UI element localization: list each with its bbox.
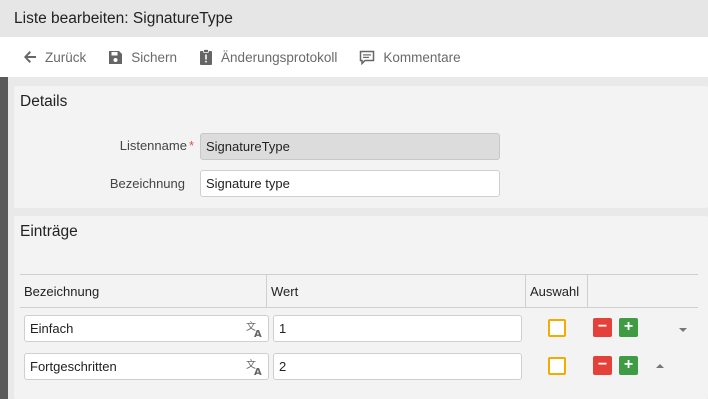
comments-button-label: Kommentare — [383, 49, 461, 65]
entry-wert-value: 2 — [279, 359, 287, 374]
entries-title: Einträge — [20, 223, 78, 240]
left-edge-bar — [0, 77, 8, 399]
listname-field: SignatureType — [200, 133, 500, 160]
entry-wert-field[interactable]: 1 — [273, 315, 522, 342]
details-title: Details — [20, 93, 68, 110]
table-header: Bezeichnung Wert Auswahl — [20, 274, 698, 308]
bezeichnung-value: Signature type — [206, 176, 290, 191]
toolbar: Zurück Sichern Änderungsprotokoll Kommen… — [0, 37, 708, 77]
svg-text:A: A — [254, 329, 262, 338]
comment-icon — [360, 50, 375, 65]
listname-label-text: Listenname — [119, 138, 187, 153]
window-title-bar: Liste bearbeiten: SignatureType — [0, 0, 708, 37]
auswahl-checkbox[interactable] — [548, 357, 566, 375]
column-header-auswahl[interactable]: Auswahl — [526, 275, 587, 308]
floppy-disk-icon — [109, 50, 123, 64]
translate-icon[interactable]: 文 A — [246, 320, 264, 338]
clipboard-alert-icon — [200, 49, 213, 65]
changelog-button[interactable]: Änderungsprotokoll — [199, 49, 337, 65]
auswahl-checkbox[interactable] — [548, 319, 566, 337]
entry-bezeichnung-field[interactable]: Fortgeschritten 文 A — [24, 353, 269, 380]
entry-bezeichnung-value: Einfach — [30, 321, 74, 336]
listname-value: SignatureType — [206, 139, 290, 154]
comments-button[interactable]: Kommentare — [359, 49, 461, 65]
changelog-button-label: Änderungsprotokoll — [221, 49, 338, 65]
save-button[interactable]: Sichern — [108, 50, 177, 65]
entry-bezeichnung-value: Fortgeschritten — [30, 359, 117, 374]
entries-table: Bezeichnung Wert Auswahl Einfach 文 A 1 −… — [20, 274, 698, 389]
back-button-label: Zurück — [45, 49, 87, 65]
add-entry-button[interactable]: + — [619, 356, 638, 375]
bezeichnung-label: Bezeichnung — [109, 176, 185, 191]
column-divider — [587, 275, 588, 308]
remove-entry-button[interactable]: − — [593, 318, 612, 337]
add-entry-button[interactable]: + — [619, 318, 638, 337]
entry-wert-field[interactable]: 2 — [273, 353, 522, 380]
table-row: Fortgeschritten 文 A 2 − + — [20, 350, 698, 384]
arrow-left-icon — [24, 51, 36, 63]
details-panel: Details Listenname * SignatureType Bezeic… — [14, 86, 708, 208]
bezeichnung-field[interactable]: Signature type — [200, 170, 500, 197]
move-down-icon[interactable] — [679, 328, 687, 332]
entry-bezeichnung-field[interactable]: Einfach 文 A — [24, 315, 269, 342]
remove-entry-button[interactable]: − — [593, 356, 612, 375]
svg-text:A: A — [254, 367, 262, 376]
listname-label: Listenname * — [74, 138, 194, 153]
window-title: Liste bearbeiten: SignatureType — [14, 9, 233, 27]
entries-panel: Einträge Bezeichnung Wert Auswahl Einfac… — [14, 216, 708, 399]
move-up-icon[interactable] — [656, 364, 664, 368]
required-mark: * — [188, 138, 194, 153]
back-button[interactable]: Zurück — [23, 50, 86, 65]
save-button-label: Sichern — [131, 49, 178, 65]
table-row: Einfach 文 A 1 − + — [20, 312, 698, 346]
column-header-wert[interactable]: Wert — [267, 275, 525, 308]
column-header-bezeichnung[interactable]: Bezeichnung — [20, 275, 266, 308]
translate-icon[interactable]: 文 A — [246, 358, 264, 376]
entry-wert-value: 1 — [279, 321, 287, 336]
